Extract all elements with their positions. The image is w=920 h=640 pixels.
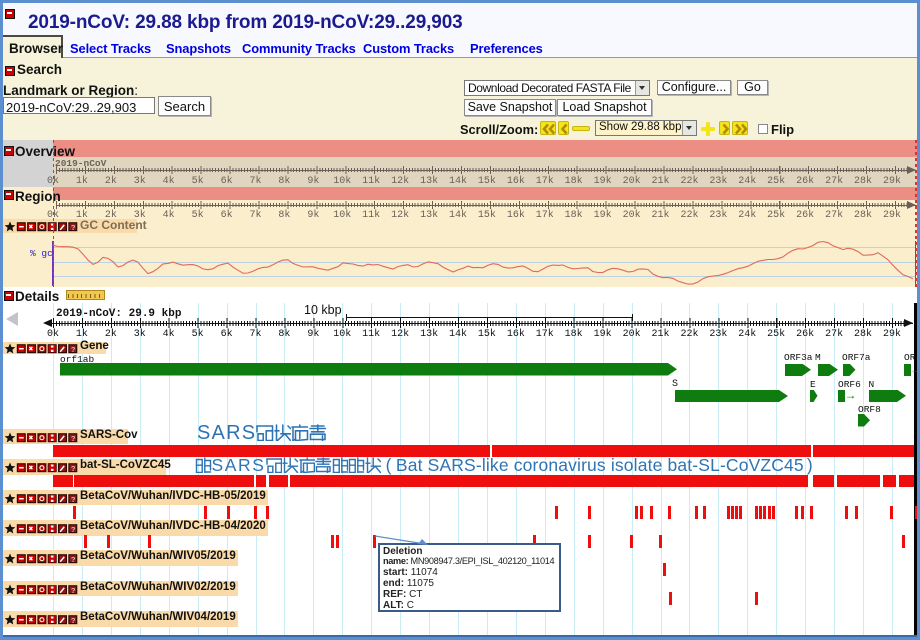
svg-text:?: ? [71, 555, 76, 564]
svg-text:?: ? [71, 464, 76, 473]
svg-text:?: ? [71, 586, 76, 595]
svg-text:?: ? [71, 495, 76, 504]
svg-text:?: ? [71, 616, 76, 625]
svg-text:?: ? [71, 434, 76, 443]
svg-text:?: ? [71, 525, 76, 534]
